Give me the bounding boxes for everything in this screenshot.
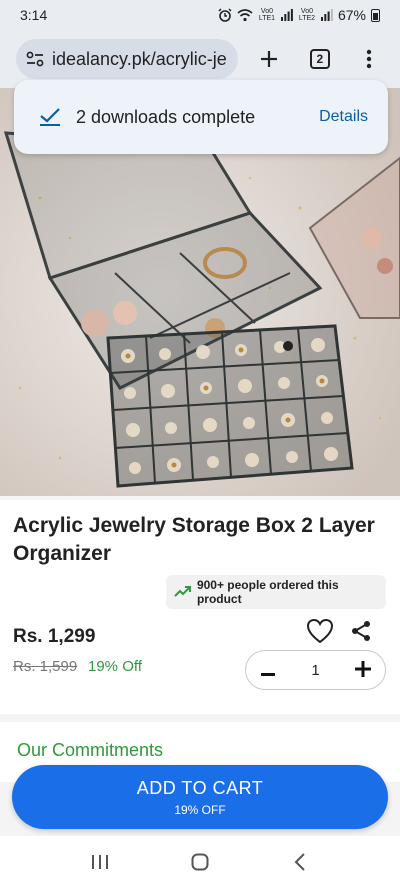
plus-icon [355,661,371,677]
back-button[interactable] [285,847,315,877]
add-to-cart-button[interactable]: ADD TO CART 19% OFF [12,765,388,829]
more-vert-icon [366,49,371,69]
new-tab-button[interactable] [250,39,289,79]
sim2-label: Vo0 LTE2 [298,8,316,22]
battery-icon [371,8,380,22]
recents-nav-icon [92,855,108,869]
commitments-title: Our Commitments [17,740,164,760]
add-to-cart-discount: 19% OFF [174,802,226,817]
status-indicators: Vo0 LTE1 Vo0 LTE2 67% [218,7,380,23]
battery-percent: 67% [337,7,366,23]
product-info-card: Acrylic Jewelry Storage Box 2 Layer Orga… [0,500,400,714]
address-bar[interactable]: idealancy.pk/acrylic-je [16,39,238,79]
trending-up-icon [174,586,191,597]
quantity-stepper: 1 [245,650,386,690]
signal-icon [280,9,293,21]
heart-icon [306,618,334,644]
decrease-quantity-button[interactable] [258,658,278,682]
tab-switcher-button[interactable]: 2 [300,39,339,79]
download-message: 2 downloads complete [76,106,256,127]
wishlist-button[interactable] [306,618,334,644]
recents-button[interactable] [85,847,115,877]
back-nav-icon [294,853,305,871]
system-nav-bar [0,836,400,888]
product-price: Rs. 1,299 [13,626,96,647]
wifi-icon [237,8,253,21]
tab-switcher-icon: 2 [309,49,330,69]
home-nav-icon [191,853,209,871]
status-bar: 3:14 Vo0 LTE1 Vo0 LTE2 67% [0,0,400,30]
product-title: Acrylic Jewelry Storage Box 2 Layer Orga… [13,514,375,565]
original-price: Rs. 1,599 [13,658,78,675]
minus-icon [261,673,275,676]
signal-icon [320,9,333,21]
sim1-label: Vo0 LTE1 [258,8,276,22]
add-to-cart-label: ADD TO CART [136,777,264,798]
menu-button[interactable] [349,39,388,79]
orders-badge-text: 900+ people ordered this product [196,578,339,606]
orders-badge: 900+ people ordered this product [166,575,386,609]
site-settings-icon[interactable] [26,51,44,67]
check-icon [40,108,60,126]
quantity-value[interactable]: 1 [311,662,319,679]
details-link[interactable]: Details [319,108,368,126]
status-time: 3:14 [20,7,48,23]
discount-label: 19% Off [88,658,142,675]
share-button[interactable] [350,620,372,642]
increase-quantity-button[interactable] [353,658,373,682]
plus-icon [261,51,278,67]
alarm-icon [218,8,232,22]
download-notification: 2 downloads complete Details [14,80,388,154]
share-icon [352,621,370,641]
url-text[interactable]: idealancy.pk/acrylic-je [52,49,227,70]
home-button[interactable] [185,847,215,877]
